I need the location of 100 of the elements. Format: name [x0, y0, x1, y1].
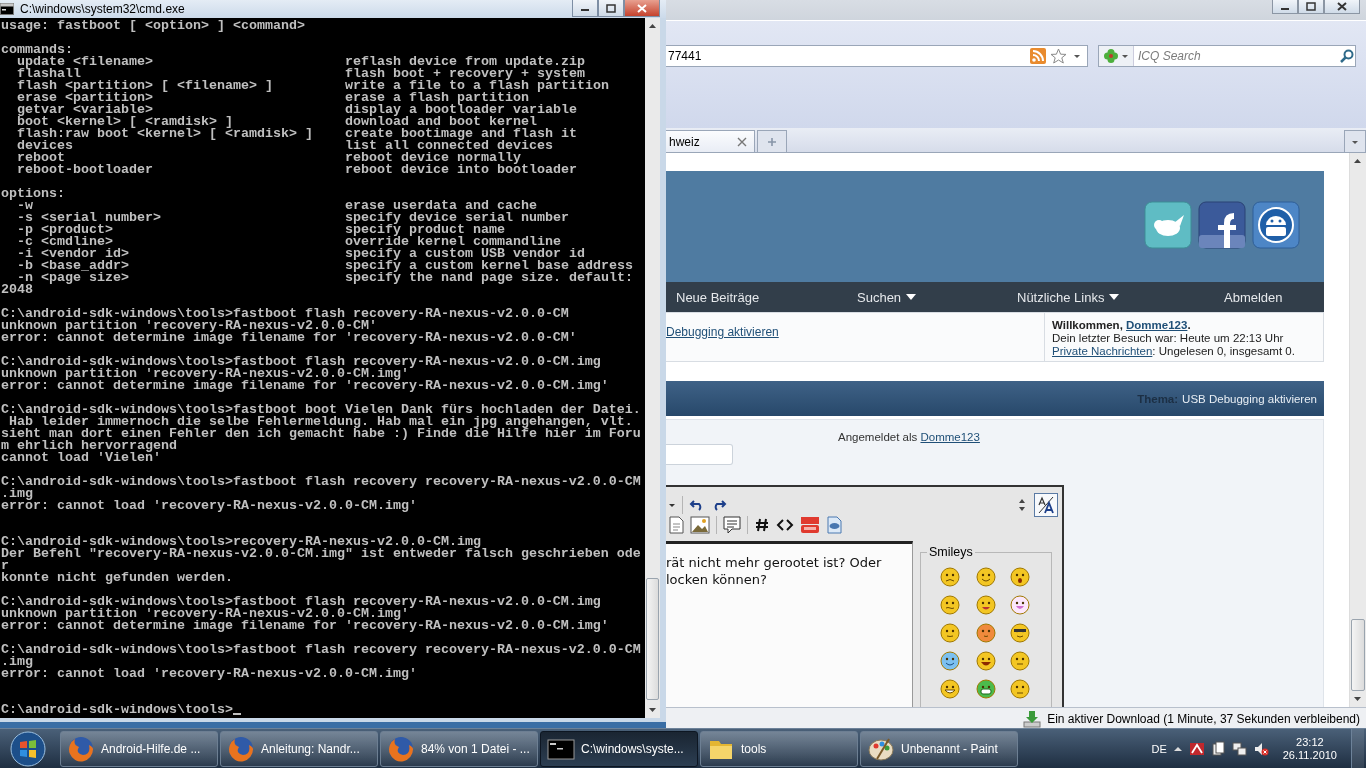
robot-tile-icon[interactable] [1252, 201, 1300, 249]
show-desktop-button[interactable] [1351, 729, 1364, 768]
smiley-icon[interactable] [940, 679, 960, 699]
console-line: usage: fastboot [ <option> ] <command> [1, 20, 306, 32]
command-description: download and boot kernel [345, 116, 537, 128]
command-text: boot <kernel> [ <ramdisk> ] [16, 116, 233, 128]
browser-tab[interactable]: hweiz [666, 130, 755, 152]
language-indicator[interactable]: DE [1151, 743, 1167, 755]
flower-icon[interactable] [1103, 48, 1119, 64]
scrollbar[interactable] [645, 18, 660, 718]
taskbar-button[interactable]: Unbenannt - Paint [860, 731, 1018, 767]
smiley-icon[interactable] [976, 567, 996, 587]
smiley-icon[interactable] [940, 567, 960, 587]
breadcrumb-link[interactable]: Debugging aktivieren [666, 325, 779, 339]
taskbar-button[interactable]: C:\windows\syste... [540, 731, 698, 767]
search-bar[interactable]: ICQ Search [1098, 45, 1356, 67]
taskbar-button[interactable]: Anleitung: Nandr... [220, 731, 378, 767]
scroll-thumb[interactable] [1351, 619, 1365, 691]
command-description: reboot device into bootloader [345, 164, 577, 176]
smiley-icon[interactable] [976, 595, 996, 615]
device-icon[interactable] [1210, 741, 1225, 757]
address-field[interactable]: 77441 [666, 49, 1030, 63]
smiley-icon[interactable] [940, 651, 960, 671]
console-line: unknown partition 'recovery-RA-nexus-v2.0.0-CM.img' [1, 368, 409, 380]
nav-link[interactable]: Suchen [857, 289, 918, 305]
command-text: flashall [16, 68, 81, 80]
code-icon[interactable] [776, 517, 794, 533]
scrollbar[interactable] [1349, 153, 1366, 707]
smiley-icon[interactable] [940, 595, 960, 615]
console-line: .img [1, 656, 34, 668]
command-description: override kernel commandline [345, 236, 561, 248]
taskbar-button[interactable]: 84% von 1 Datei - ... [380, 731, 538, 767]
nav-link[interactable]: Neue Beiträge [676, 289, 760, 305]
thread-title: USB Debugging aktivieren [1182, 392, 1317, 405]
console-line: C:\android-sdk-windows\tools>fastboot flash recovery-RA-nexus-v2.0.0-CM.img [1, 596, 602, 608]
social-tile-icon[interactable] [1198, 201, 1246, 249]
bird-tile-icon[interactable] [1144, 201, 1192, 249]
message-field[interactable]: rät nicht mehr gerootet ist? Oder locken können? [666, 541, 913, 707]
hash-icon[interactable] [754, 517, 770, 533]
console-line: commands: [1, 44, 73, 56]
search-icon[interactable] [1339, 48, 1355, 64]
smiley-icon[interactable] [940, 623, 960, 643]
address-bar[interactable]: 77441 [666, 45, 1088, 67]
command-text: flash <partition> [ <filename> ] [16, 80, 274, 92]
show-hidden-icon[interactable] [1172, 744, 1183, 754]
download-icon [1023, 710, 1042, 728]
smiley-icon[interactable] [1010, 567, 1030, 587]
smiley-icon[interactable] [976, 651, 996, 671]
maximize-button[interactable] [1298, 0, 1324, 14]
start-button[interactable] [9, 730, 47, 768]
command-text: -n <page size> [17, 272, 130, 284]
console-line: .img [1, 488, 34, 500]
console-line: error: cannot determine image filename for 'recovery-RA-nexus-v2.0.0-CM.img' [1, 620, 610, 632]
smiley-icon[interactable] [976, 623, 996, 643]
input-field[interactable] [666, 444, 733, 465]
close-button[interactable] [624, 0, 660, 17]
resize-icon[interactable] [1018, 497, 1026, 513]
login-text: Angemeldet als Domme123 [838, 431, 981, 444]
close-icon [737, 136, 747, 147]
command-description: display a bootloader variable [345, 104, 577, 116]
console-line: m ehrlich hervorragend [1, 440, 178, 452]
console-line: C:\android-sdk-windows\tools>fastboot boot Vielen Dank fürs hochladen der Datei. [1, 404, 642, 416]
search-field[interactable]: ICQ Search [1134, 49, 1339, 63]
command-text: -c <cmdline> [16, 236, 113, 248]
command-description: specify a custom kernel base address [345, 260, 633, 272]
smiley-icon[interactable] [1010, 623, 1030, 643]
command-description: specify device serial number [345, 212, 569, 224]
minimize-button[interactable] [1272, 0, 1298, 14]
command-description: reflash device from update.zip [345, 56, 585, 68]
fox-globe-icon [227, 735, 255, 763]
maximize-icon [1306, 2, 1316, 11]
minimize-button[interactable] [572, 0, 598, 17]
window-title: C:\windows\system32\cmd.exe [20, 2, 185, 16]
network-icon[interactable] [1230, 741, 1247, 757]
maximize-button[interactable] [598, 0, 624, 17]
speaker-muted-icon[interactable] [1252, 741, 1269, 757]
user-link[interactable]: Domme123 [920, 431, 980, 443]
smiley-icon[interactable] [976, 679, 996, 699]
image-icon[interactable] [690, 516, 710, 534]
taskbar-button[interactable]: Android-Hilfe.de ... [60, 731, 218, 767]
taskbar-button[interactable]: tools [700, 731, 858, 767]
script-icon[interactable] [826, 516, 842, 534]
alert-app-icon[interactable] [1188, 741, 1205, 757]
scroll-thumb[interactable] [646, 578, 659, 700]
close-button[interactable] [1324, 0, 1360, 14]
quote-icon[interactable] [723, 516, 741, 534]
console-line: Der Befehl "recovery-RA-nexus-v2.0.0-CM.img" ist entweder falsch geschrieben ode [1, 548, 642, 560]
command-text: devices [16, 140, 74, 152]
console-line: cannot load 'Vielen' [1, 452, 161, 464]
nav-link[interactable]: Abmelden [1224, 289, 1283, 305]
download-status: Ein aktiver Download (1 Minute, 37 Sekunden verbleibend) [1047, 712, 1360, 726]
console-line: C:\android-sdk-windows\tools>recovery-RA-nexus-v2.0.0-CM.img [1, 536, 481, 548]
mode-toggle-button[interactable] [1034, 493, 1058, 517]
star-icon[interactable] [1050, 48, 1067, 64]
video-icon[interactable] [800, 516, 820, 534]
command-text: -w [17, 200, 33, 212]
clock[interactable]: 23:12 26.11.2010 [1282, 736, 1337, 762]
nav-link[interactable]: Nützliche Links [1017, 289, 1121, 305]
document-icon[interactable] [668, 516, 684, 534]
feed-icon[interactable] [1030, 48, 1046, 64]
